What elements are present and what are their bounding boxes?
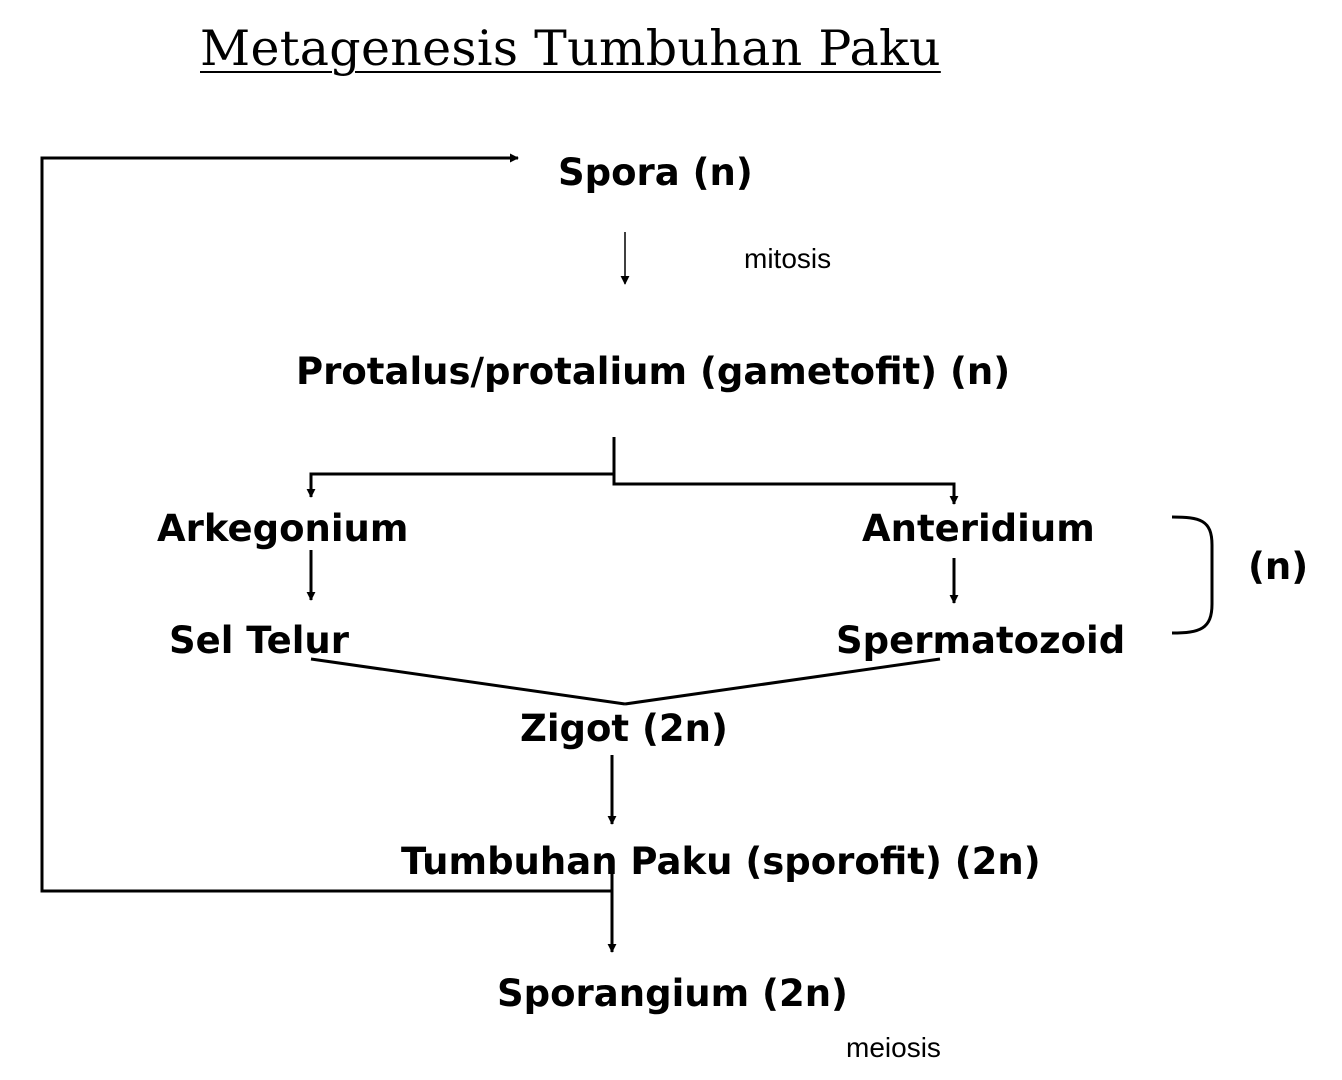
haploid-bracket xyxy=(1171,515,1214,635)
node-tumbuhan-paku: Tumbuhan Paku (sporofit) (2n) xyxy=(401,840,1041,883)
node-spora: Spora (n) xyxy=(558,151,753,194)
node-sporangium: Sporangium (2n) xyxy=(497,972,848,1015)
node-spermatozoid: Spermatozoid xyxy=(836,619,1126,662)
node-zigot: Zigot (2n) xyxy=(520,707,728,750)
label-mitosis: mitosis xyxy=(744,243,832,274)
label-meiosis: meiosis xyxy=(846,1032,941,1063)
metagenesis-diagram: Metagenesis Tumbuhan Paku Spora (n) mito… xyxy=(0,0,1342,1080)
protalus-branch-right-arrow xyxy=(612,474,959,505)
spermatozoid-to-zigot-line xyxy=(624,657,941,706)
sel-telur-to-zigot-line xyxy=(310,657,626,706)
node-arkegonium: Arkegonium xyxy=(157,507,409,550)
node-protalus: Protalus/protalium (gametofit) (n) xyxy=(296,350,1011,393)
node-sel-telur: Sel Telur xyxy=(169,619,349,662)
diagram-title: Metagenesis Tumbuhan Paku xyxy=(200,20,941,77)
protalus-branch-left-arrow xyxy=(306,437,616,498)
label-haploid-group: (n) xyxy=(1248,545,1309,588)
node-anteridium: Anteridium xyxy=(862,507,1095,550)
